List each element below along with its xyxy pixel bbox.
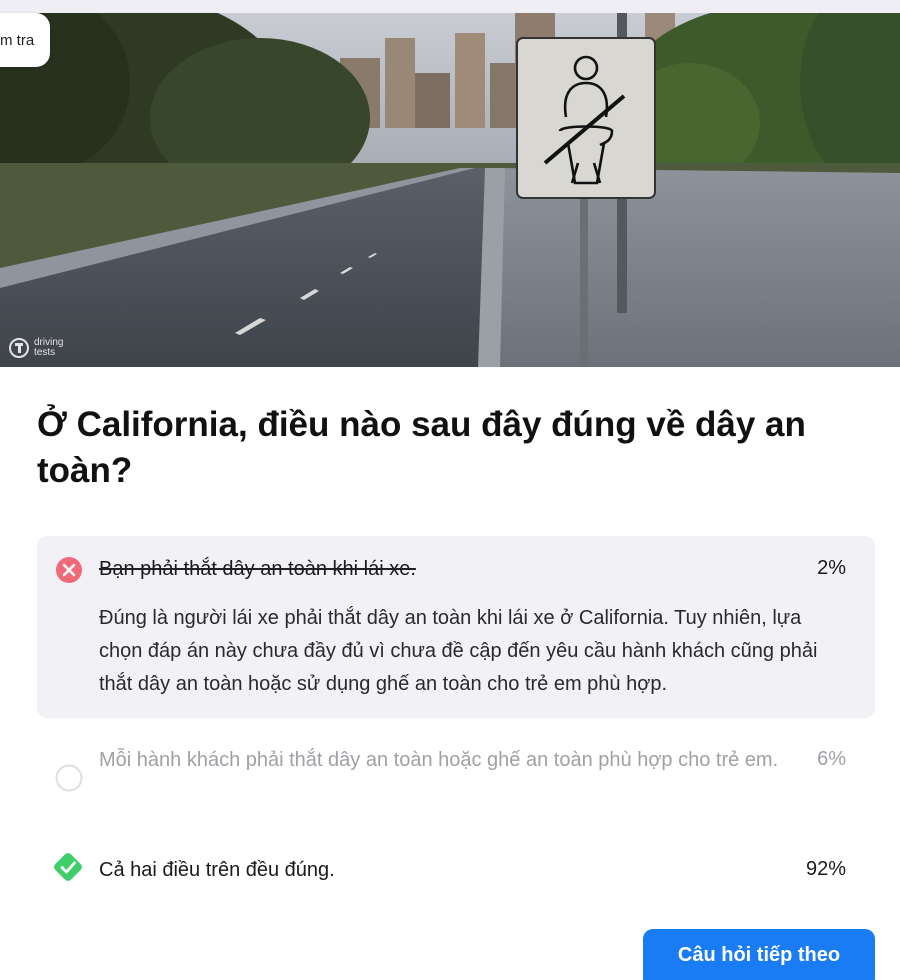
top-strip — [0, 0, 900, 13]
answer-option-percent: 6% — [817, 748, 846, 770]
next-question-button[interactable]: Câu hỏi tiếp theo — [643, 929, 875, 980]
answer-explanation: Đúng là người lái xe phải thắt dây an to… — [99, 607, 818, 695]
answer-option-2[interactable]: Mỗi hành khách phải thắt dây an toàn hoặ… — [37, 740, 875, 820]
watermark-text: driving tests — [34, 337, 64, 358]
answer-option-percent: 2% — [817, 557, 846, 579]
driving-tests-logo-icon — [9, 338, 29, 358]
answer-option-3[interactable]: Cả hai điều trên đều đúng. 92% — [37, 845, 875, 895]
answer-option-label: Cả hai điều trên đều đúng. — [99, 859, 335, 881]
check-diamond-icon — [54, 853, 82, 881]
driving-tests-watermark: driving tests — [8, 337, 74, 359]
answer-option-percent: 92% — [805, 858, 846, 880]
exam-mode-pill[interactable]: m tra — [0, 13, 51, 67]
answer-option-1[interactable]: Bạn phải thắt dây an toàn khi lái xe. 2%… — [37, 536, 875, 718]
answer-option-label: Mỗi hành khách phải thắt dây an toàn hoặ… — [99, 749, 779, 771]
answer-option-label: Bạn phải thắt dây an toàn khi lái xe. — [99, 558, 416, 580]
question-title: Ở California, điều nào sau đây đúng về d… — [37, 405, 806, 490]
x-circle-icon — [56, 557, 82, 583]
question-image — [0, 13, 900, 367]
empty-circle-icon — [55, 764, 83, 792]
road-scene-illustration — [0, 13, 900, 367]
exam-mode-label: m tra — [0, 31, 35, 49]
